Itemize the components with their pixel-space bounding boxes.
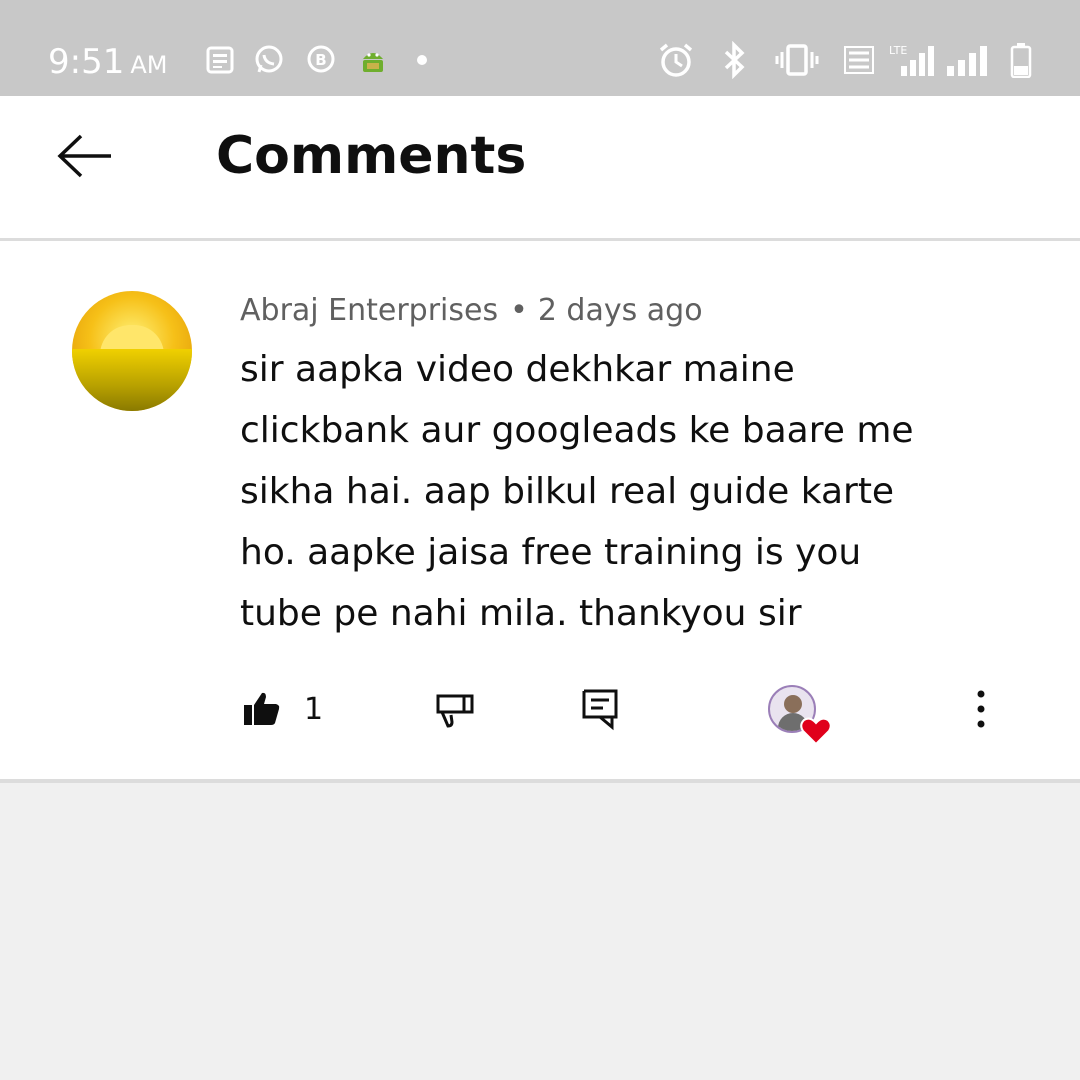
- bluetooth-icon: [720, 41, 750, 79]
- arrow-left-icon: [57, 134, 111, 178]
- reply-button[interactable]: [580, 681, 620, 737]
- heart-icon: [800, 717, 832, 746]
- back-button[interactable]: [52, 128, 116, 184]
- battery-icon: [1008, 42, 1034, 78]
- status-bar: 9:51 AM B LTE: [0, 0, 1080, 96]
- whatsapp-icon: [252, 42, 286, 78]
- avatar-horizon: [72, 349, 192, 411]
- meta-separator: •: [510, 293, 528, 328]
- lte-signal-icon: LTE: [886, 42, 940, 78]
- android-icon: [356, 42, 390, 78]
- dislike-button[interactable]: [434, 681, 476, 737]
- news-icon: [204, 42, 236, 78]
- comment-author[interactable]: Abraj Enterprises: [240, 293, 498, 328]
- comment-card: Abraj Enterprises • 2 days ago sir aapka v…: [0, 241, 1080, 779]
- alarm-icon: [656, 42, 696, 78]
- comments-header: Comments: [0, 96, 1080, 238]
- like-count: 1: [304, 691, 324, 727]
- status-time-ampm: AM: [130, 51, 168, 79]
- status-time-value: 9:51: [48, 42, 125, 82]
- thumbs-down-icon: [436, 694, 474, 728]
- comment-text: sir aapka video dekhkar maine clickbank …: [240, 349, 914, 634]
- comment-actions: 1: [0, 681, 1080, 741]
- empty-area: [0, 783, 1080, 1080]
- vibrate-icon: [774, 42, 820, 78]
- creator-avatar-head: [784, 695, 802, 713]
- more-vertical-icon: [977, 690, 985, 728]
- avatar[interactable]: [72, 291, 192, 411]
- more-options-button[interactable]: [964, 681, 998, 737]
- comment-time: 2 days ago: [537, 293, 703, 328]
- thumbs-up-filled-icon: [244, 692, 280, 725]
- like-button[interactable]: 1: [242, 681, 323, 737]
- signal-icon: [940, 42, 994, 78]
- creator-heart: [768, 685, 832, 749]
- svg-text:B: B: [315, 51, 326, 69]
- comment-meta: Abraj Enterprises • 2 days ago: [240, 291, 703, 331]
- business-icon: B: [304, 42, 338, 78]
- lte-label: LTE: [889, 44, 907, 57]
- status-time: 9:51 AM: [48, 40, 167, 87]
- dot-icon: [414, 42, 430, 78]
- volte-icon: [842, 42, 876, 78]
- page-title: Comments: [216, 126, 527, 186]
- reply-comment-icon: [582, 689, 618, 731]
